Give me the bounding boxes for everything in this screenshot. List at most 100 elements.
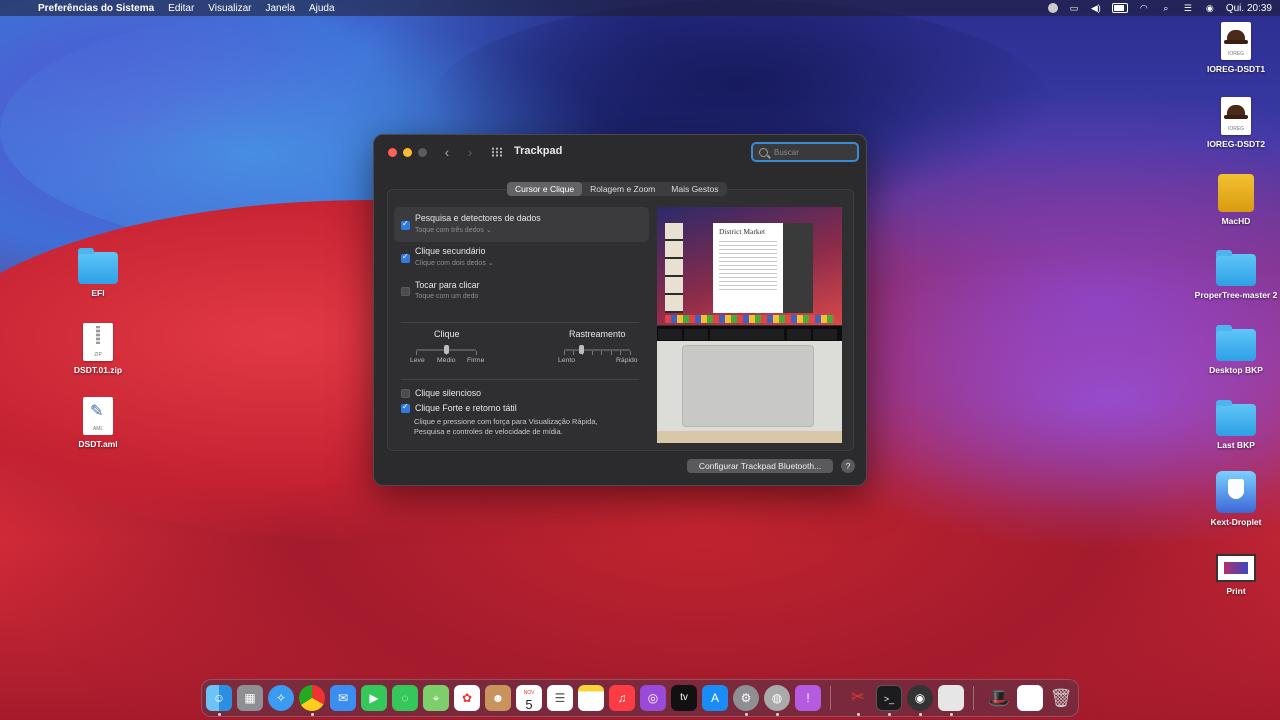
menu-bar: Preferências do Sistema Editar Visualiza…: [0, 0, 1280, 16]
slider-label-firme: Firme: [467, 357, 485, 364]
siri-icon[interactable]: ◉: [1204, 3, 1216, 13]
desktop-icon-efi[interactable]: EFI: [56, 248, 140, 298]
print-preview-icon[interactable]: [1017, 685, 1043, 711]
ioreg-explorer-icon[interactable]: 🎩: [986, 685, 1012, 711]
trackpad-preferences-window: ‹ › Trackpad Cursor e Clique Rolagem e Z…: [373, 134, 867, 486]
disk-status-icon[interactable]: [1047, 3, 1058, 13]
blank-app-icon[interactable]: [938, 685, 964, 711]
option-gesture-dropdown[interactable]: Clique com dois dedos ⌄: [415, 259, 494, 267]
spotlight-icon[interactable]: ⌕: [1160, 3, 1172, 13]
tab-cursor-e-clique[interactable]: Cursor e Clique: [507, 182, 583, 196]
desktop-icon-label: Print: [1226, 586, 1246, 596]
trash-icon[interactable]: 🗑: [1048, 685, 1074, 711]
option-title: Clique secundário: [415, 246, 486, 256]
desktop-icon-last-bkp[interactable]: Last BKP: [1194, 400, 1278, 450]
disk-tool-icon[interactable]: ◉: [907, 685, 933, 711]
desktop-icon-ioreg-dsdt1[interactable]: IOREG IOREG-DSDT1: [1194, 22, 1278, 74]
messages-icon[interactable]: ◌: [392, 685, 418, 711]
folder-icon: [1216, 325, 1256, 361]
gesture-preview-video: District Market: [657, 207, 842, 443]
hard-drive-icon: [1218, 174, 1254, 212]
desktop-icon-desktop-bkp[interactable]: Desktop BKP: [1194, 325, 1278, 375]
slider-label-leve: Leve: [410, 357, 425, 364]
desktop-icon-label: DSDT.01.zip: [73, 365, 123, 375]
swiss-knife-icon[interactable]: ✂: [845, 685, 871, 711]
option-lookup-data-detectors[interactable]: Pesquisa e detectores de dados Toque com…: [394, 207, 649, 242]
system-preferences-icon[interactable]: ⚙: [733, 685, 759, 711]
search-field[interactable]: [751, 142, 859, 162]
option-gesture-dropdown[interactable]: Toque com três dedos ⌄: [415, 226, 492, 234]
menu-editar[interactable]: Editar: [161, 3, 201, 14]
desktop-icon-dsdt-zip[interactable]: ZIP DSDT.01.zip: [56, 323, 140, 375]
control-center-icon[interactable]: ☰: [1182, 3, 1194, 13]
slider-knob[interactable]: [578, 345, 584, 354]
app-store-icon[interactable]: A: [702, 685, 728, 711]
slider-title: Rastreamento: [569, 329, 626, 339]
preview-keyboard: [657, 325, 842, 341]
safari-icon[interactable]: ✧: [268, 685, 294, 711]
desktop-icon-dsdt-aml[interactable]: AML DSDT.aml: [56, 397, 140, 449]
contacts-icon[interactable]: ☻: [485, 685, 511, 711]
forward-chevron-icon[interactable]: ›: [463, 144, 477, 160]
dock: ☺ ▦ ✧ ✉ ▶ ◌ ⌖ ✿ ☻ NOV 5 ☰ ♫ ◎ tv A ⚙ ◍ !…: [201, 679, 1079, 717]
secondary-click-checkbox[interactable]: [401, 252, 410, 263]
help-button[interactable]: ?: [841, 459, 855, 473]
podcasts-icon[interactable]: ◎: [640, 685, 666, 711]
slider-knob[interactable]: [444, 345, 449, 354]
menu-janela[interactable]: Janela: [258, 3, 301, 14]
screen-sharing-icon[interactable]: ▭: [1068, 3, 1080, 13]
tracking-speed-slider[interactable]: Rastreamento Lento Rápido: [554, 328, 644, 368]
reminders-icon[interactable]: ☰: [547, 685, 573, 711]
setup-bluetooth-trackpad-button[interactable]: Configurar Trackpad Bluetooth...: [687, 459, 833, 473]
window-title: Trackpad: [514, 145, 563, 157]
silent-click-checkbox[interactable]: [401, 389, 410, 398]
option-tap-to-click[interactable]: Tocar para clicar Toque com um dedo: [394, 275, 649, 309]
option-silent-click[interactable]: Clique silencioso: [394, 387, 649, 401]
terminal-icon[interactable]: >_: [876, 685, 902, 711]
search-icon: [759, 147, 768, 157]
minimize-button[interactable]: [403, 148, 412, 157]
mail-icon[interactable]: ✉: [330, 685, 356, 711]
maps-icon[interactable]: ⌖: [423, 685, 449, 711]
desktop-icon-ioreg-dsdt2[interactable]: IOREG IOREG-DSDT2: [1194, 97, 1278, 149]
apple-tv-icon[interactable]: tv: [671, 685, 697, 711]
calendar-day: 5: [525, 697, 533, 712]
tab-mais-gestos[interactable]: Mais Gestos: [663, 182, 726, 196]
calendar-icon[interactable]: NOV 5: [516, 685, 542, 711]
menu-ajuda[interactable]: Ajuda: [302, 3, 342, 14]
tap-to-click-checkbox[interactable]: [401, 287, 410, 296]
chrome-icon[interactable]: [299, 685, 325, 711]
show-all-grid-icon[interactable]: [491, 147, 503, 157]
finder-icon[interactable]: ☺: [206, 685, 232, 711]
wifi-icon[interactable]: ◠: [1138, 3, 1150, 13]
disk-utility-icon[interactable]: ◍: [764, 685, 790, 711]
volume-icon[interactable]: ◀): [1090, 3, 1102, 13]
back-chevron-icon[interactable]: ‹: [440, 144, 454, 160]
desktop-icon-propertree[interactable]: ProperTree-master 2: [1194, 250, 1278, 300]
photos-icon[interactable]: ✿: [454, 685, 480, 711]
launchpad-icon[interactable]: ▦: [237, 685, 263, 711]
notes-icon[interactable]: [578, 685, 604, 711]
lookup-checkbox[interactable]: [401, 219, 410, 230]
option-force-click[interactable]: Clique Forte e retorno tátil: [394, 402, 649, 416]
zoom-button[interactable]: [418, 148, 427, 157]
tab-rolagem-e-zoom[interactable]: Rolagem e Zoom: [582, 182, 663, 196]
search-input[interactable]: [774, 147, 854, 157]
ioreg-file-icon: IOREG: [1221, 22, 1251, 60]
clock[interactable]: Qui. 20:39: [1226, 3, 1272, 14]
desktop-icon-print[interactable]: Print: [1194, 554, 1278, 596]
music-icon[interactable]: ♫: [609, 685, 635, 711]
desktop-icon-label: EFI: [91, 288, 105, 298]
menu-app-name[interactable]: Preferências do Sistema: [32, 3, 161, 14]
facetime-icon[interactable]: ▶: [361, 685, 387, 711]
close-button[interactable]: [388, 148, 397, 157]
desktop-icon-kext-droplet[interactable]: Kext-Droplet: [1194, 471, 1278, 527]
menu-visualizar[interactable]: Visualizar: [201, 3, 258, 14]
click-pressure-slider[interactable]: Clique Leve Médio Firme: [404, 328, 494, 368]
option-secondary-click[interactable]: Clique secundário Clique com dois dedos …: [394, 241, 649, 275]
force-click-checkbox[interactable]: [401, 402, 410, 413]
feedback-assistant-icon[interactable]: !: [795, 685, 821, 711]
battery-icon[interactable]: [1111, 3, 1128, 13]
desktop-icon-machd[interactable]: MacHD: [1194, 174, 1278, 226]
desktop-icon-label: IOREG-DSDT2: [1206, 139, 1266, 149]
